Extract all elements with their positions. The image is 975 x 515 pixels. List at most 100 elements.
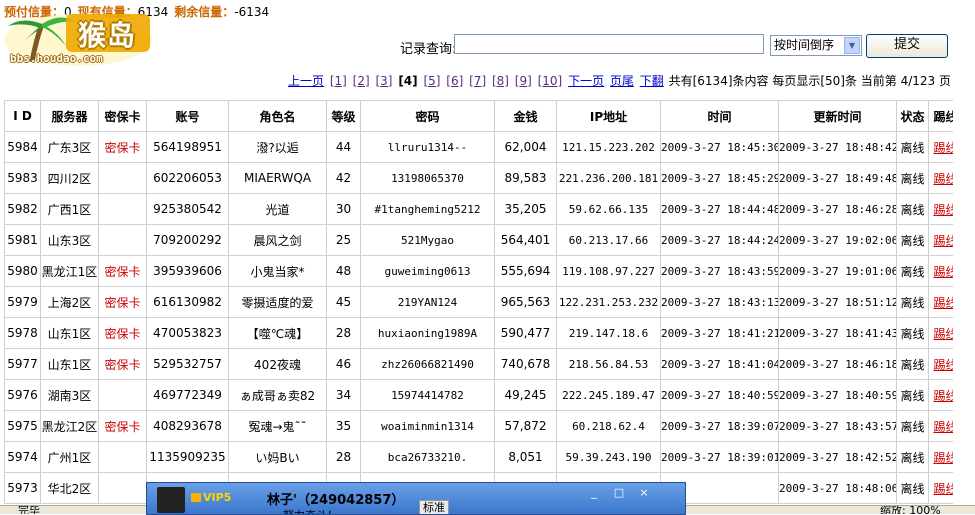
sort-order-select[interactable]: 按时间倒序 ▼ [770, 35, 862, 56]
table-cell: 广州1区 [41, 442, 99, 473]
page-link-5[interactable]: [5] [423, 74, 440, 88]
page-link-3[interactable]: [3] [375, 74, 392, 88]
next-page-link[interactable]: 下一页 [568, 74, 604, 88]
table-cell: 零摄适度的爱 [229, 287, 327, 318]
table-row: 5984广东3区密保卡564198951潑?以逅44llruru1314--62… [5, 132, 975, 163]
table-cell: #1tangheming5212 [361, 194, 495, 225]
table-cell: 2009-3-27 18:48:42 [779, 132, 897, 163]
page-link-6[interactable]: [6] [446, 74, 463, 88]
table-cell: 离线 [897, 442, 929, 473]
scroll-down-link[interactable]: 下翻 [640, 74, 664, 88]
table-cell: 408293678 [147, 411, 229, 442]
page-link-10[interactable]: [10] [538, 74, 563, 88]
logo-text: 猴岛 [78, 14, 136, 54]
table-cell: 13198065370 [361, 163, 495, 194]
table-cell [99, 380, 147, 411]
table-cell: 黑龙江1区 [41, 256, 99, 287]
page-link-7[interactable]: [7] [469, 74, 486, 88]
table-cell: 470053823 [147, 318, 229, 349]
table-row: 5981山东3区709200292晨风之剑25521Mygao564,40160… [5, 225, 975, 256]
table-cell: 35,205 [495, 194, 557, 225]
table-cell: ぁ成哥ぁ卖82 [229, 380, 327, 411]
table-cell: 5981 [5, 225, 41, 256]
minimize-button[interactable]: _ [583, 486, 605, 500]
qq-chat-window[interactable]: VIP5 林子'（249042857） 努力奋斗！ 标准 _□× [146, 482, 686, 515]
table-cell: い妈Bい [229, 442, 327, 473]
table-row: 5983四川2区602206053MIAERWQA421319806537089… [5, 163, 975, 194]
table-cell: 2009-3-27 18:45:29 [661, 163, 779, 194]
table-cell: 5980 [5, 256, 41, 287]
table-cell: 8,051 [495, 442, 557, 473]
table-cell: 2009-3-27 18:43:59 [661, 256, 779, 287]
submit-button[interactable]: 提交 [866, 34, 948, 58]
table-cell: 离线 [897, 349, 929, 380]
table-cell: 616130982 [147, 287, 229, 318]
table-cell: 34 [327, 380, 361, 411]
records-table: I D服务器密保卡账号角色名等级密码金钱IP地址时间更新时间状态踢线是否已洗 5… [4, 100, 975, 504]
table-cell: 离线 [897, 411, 929, 442]
current-page: [4] [398, 74, 417, 88]
table-cell: 广西1区 [41, 194, 99, 225]
sort-order-value: 按时间倒序 [774, 38, 834, 52]
table-cell: 2009-3-27 18:45:30 [661, 132, 779, 163]
table-cell: 山东3区 [41, 225, 99, 256]
table-cell: 602206053 [147, 163, 229, 194]
page-link-1[interactable]: [1] [330, 74, 347, 88]
table-cell: 5983 [5, 163, 41, 194]
table-cell: 四川2区 [41, 163, 99, 194]
table-cell: 2009-3-27 18:41:04 [661, 349, 779, 380]
table-cell: 离线 [897, 225, 929, 256]
table-cell [99, 473, 147, 504]
table-cell: 山东1区 [41, 349, 99, 380]
record-search-input[interactable] [454, 34, 764, 54]
table-cell: 57,872 [495, 411, 557, 442]
column-header: 服务器 [41, 101, 99, 132]
page-link-9[interactable]: [9] [515, 74, 532, 88]
table-cell: 564,401 [495, 225, 557, 256]
table-cell: 黑龙江2区 [41, 411, 99, 442]
contact-name: 林子'（249042857） [267, 489, 404, 508]
avatar[interactable] [157, 487, 185, 513]
table-cell: 离线 [897, 256, 929, 287]
table-row: 5975黑龙江2区密保卡408293678冤魂→鬼˜˜35woaiminmin1… [5, 411, 975, 442]
table-cell: 离线 [897, 318, 929, 349]
table-cell: 48 [327, 256, 361, 287]
table-cell: 2009-3-27 19:01:06 [779, 256, 897, 287]
table-cell: 740,678 [495, 349, 557, 380]
page-summary: 共有[6134]条内容 每页显示[50]条 当前第 4/123 页 [669, 74, 951, 88]
vertical-scrollbar[interactable] [953, 0, 975, 513]
table-cell: 564198951 [147, 132, 229, 163]
table-cell: 402夜魂 [229, 349, 327, 380]
table-cell: 925380542 [147, 194, 229, 225]
table-cell: 上海2区 [41, 287, 99, 318]
table-cell: 2009-3-27 18:39:01 [661, 442, 779, 473]
table-cell: 2009-3-27 18:40:59 [661, 380, 779, 411]
column-header: 时间 [661, 101, 779, 132]
table-cell: 2009-3-27 18:41:21 [661, 318, 779, 349]
table-cell: 2009-3-27 18:44:48 [661, 194, 779, 225]
table-cell: 2009-3-27 18:40:59 [779, 380, 897, 411]
table-row: 5980黑龙江1区密保卡395939606小鬼当家*48guweiming061… [5, 256, 975, 287]
column-header: 等级 [327, 101, 361, 132]
close-button[interactable]: × [633, 486, 655, 500]
last-page-link[interactable]: 页尾 [610, 74, 634, 88]
table-cell: 395939606 [147, 256, 229, 287]
pagination: 上一页 [1] [2] [3] [4] [5] [6] [7] [8] [9] … [0, 72, 951, 89]
column-header: I D [5, 101, 41, 132]
table-cell: 2009-3-27 18:49:48 [779, 163, 897, 194]
column-header: 角色名 [229, 101, 327, 132]
prev-page-link[interactable]: 上一页 [288, 74, 324, 88]
table-cell: 62,004 [495, 132, 557, 163]
table-cell: 709200292 [147, 225, 229, 256]
table-header-row: I D服务器密保卡账号角色名等级密码金钱IP地址时间更新时间状态踢线是否已洗 [5, 101, 975, 132]
column-header: IP地址 [557, 101, 661, 132]
table-cell: 5978 [5, 318, 41, 349]
table-cell [99, 225, 147, 256]
page-link-2[interactable]: [2] [353, 74, 370, 88]
page-link-8[interactable]: [8] [492, 74, 509, 88]
table-cell: 35 [327, 411, 361, 442]
search-label: 记录查询: [400, 38, 456, 57]
table-cell: 离线 [897, 194, 929, 225]
chevron-down-icon[interactable]: ▼ [844, 37, 860, 54]
maximize-button[interactable]: □ [608, 486, 630, 500]
